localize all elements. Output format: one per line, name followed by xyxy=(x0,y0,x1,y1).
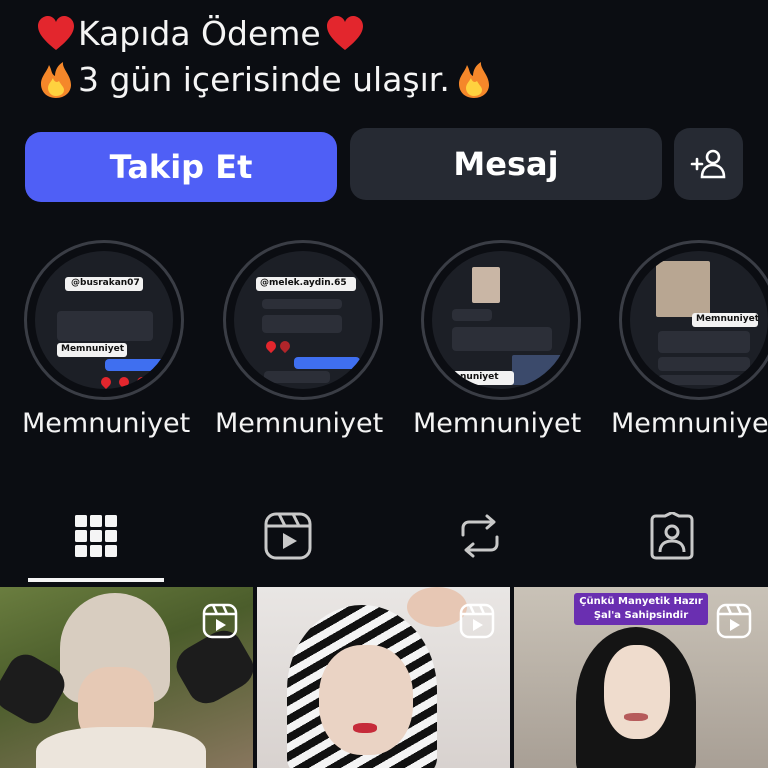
heart-icon xyxy=(326,16,363,50)
grid-icon xyxy=(75,515,117,557)
tab-tagged[interactable] xyxy=(636,500,708,572)
reels-icon xyxy=(202,603,238,639)
story-highlight[interactable]: @melek.aydin.65 Memnuniyet xyxy=(215,240,383,439)
highlight-cover: @busrakan07 Memnuniyet xyxy=(24,240,184,400)
reels-icon xyxy=(459,603,495,639)
tab-posts-grid[interactable] xyxy=(60,500,132,572)
add-user-icon xyxy=(690,149,725,179)
suggest-users-button[interactable] xyxy=(674,128,743,200)
repost-icon xyxy=(461,514,499,558)
message-button[interactable]: Mesaj xyxy=(350,128,662,200)
fire-icon xyxy=(458,62,489,98)
heart-icon xyxy=(38,16,74,50)
tab-reels[interactable] xyxy=(252,500,324,572)
story-highlight[interactable]: @busrakan07 Memnuniyet Memnuniyet xyxy=(22,240,190,439)
story-highlight[interactable]: nuniyet Memnuniyet xyxy=(413,240,581,439)
bio-line-payment: Kapıda Ödeme xyxy=(36,10,365,58)
active-tab-indicator xyxy=(28,578,164,582)
bio-line-delivery: 3 gün içerisinde ulaşır. xyxy=(36,56,494,104)
posts-grid: Çünkü Manyetik Hazır Şal'a Sahipsindir xyxy=(0,587,768,768)
highlight-cover: nuniyet xyxy=(421,240,581,400)
grid-post[interactable] xyxy=(257,587,510,768)
profile-tabs xyxy=(0,490,768,582)
post-caption-banner: Çünkü Manyetik Hazır Şal'a Sahipsindir xyxy=(574,593,708,625)
tagged-icon xyxy=(650,512,694,560)
reels-icon xyxy=(264,512,312,560)
grid-post[interactable]: Çünkü Manyetik Hazır Şal'a Sahipsindir xyxy=(514,587,768,768)
highlight-cover: @melek.aydin.65 xyxy=(223,240,383,400)
follow-button[interactable]: Takip Et xyxy=(25,132,337,202)
highlight-cover: Memnuniyet xyxy=(619,240,768,400)
reels-icon xyxy=(716,603,752,639)
tab-reposts[interactable] xyxy=(444,500,516,572)
story-highlight[interactable]: Memnuniyet Memnuniyet xyxy=(611,240,768,439)
fire-icon xyxy=(41,62,71,98)
grid-post[interactable] xyxy=(0,587,253,768)
